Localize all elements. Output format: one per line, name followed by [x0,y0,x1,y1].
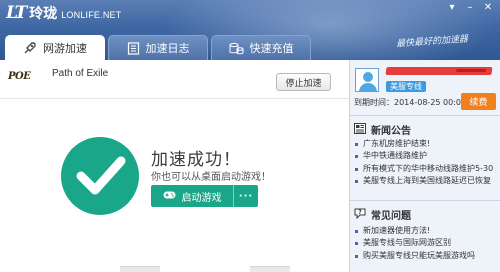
game-logo: POE [8,71,31,82]
expire-label: 到期时间： [354,98,394,107]
tab-label: 加速日志 [145,42,190,55]
success-subtitle: 你也可以从桌面启动游戏！ [151,172,271,183]
avatar-head [363,72,373,82]
minimize-icon[interactable]: – [464,1,476,15]
slogan: 最快最好的加速器 [395,34,469,50]
svg-text:?: ? [358,209,362,216]
news-item[interactable]: 广东机房维护结束! [350,138,498,150]
game-row: POE Path of Exile 停止加速 [0,60,349,99]
close-icon[interactable]: ✕ [482,1,494,15]
window-controls: ▾ – ✕ [446,1,494,15]
news-item[interactable]: 华中铁通线路维护 [350,150,498,162]
divider [350,115,500,116]
side-panel: 美服专线 到期时间：2014-08-25 00:00 续费 新闻公告 广东机房维… [349,60,500,272]
main-panel: POE Path of Exile 停止加速 加速成功！ 你也可以从桌面启动游戏… [0,60,349,272]
bottom-controls [0,266,349,272]
coins-icon [229,42,244,55]
rocket-icon [23,41,37,55]
plan-badge: 美服专线 [386,81,426,92]
tab-accel-log[interactable]: 加速日志 [108,35,208,60]
faq-list: 新加速器使用方法! 美服专线与国际网游区别 购买美服专线只能玩美服游戏吗 [350,225,498,262]
success-title: 加速成功！ [151,150,241,170]
news-list: 广东机房维护结束! 华中铁通线路维护 所有模式下的华中移动线路维护5-30 美服… [350,138,498,188]
faq-item[interactable]: 新加速器使用方法! [350,225,498,237]
tab-label: 快速充值 [249,42,294,55]
log-icon [127,41,140,55]
launch-game-button[interactable]: 启动游戏 ··· [151,185,258,207]
avatar[interactable] [355,68,379,92]
faq-icon: ? [354,207,366,222]
menu-icon[interactable]: ▾ [446,1,458,15]
news-item[interactable]: 美服专线上海到美国线路延迟已恢复 [350,175,498,187]
renew-button[interactable]: 续费 [461,93,496,110]
bottom-control-left[interactable] [120,266,160,272]
news-heading: 新闻公告 [354,122,411,137]
tab-bar: 网游加速 加速日志 快速充值 [5,35,311,60]
gamepad-icon [163,190,176,203]
app-name: 玲珑 [29,6,58,22]
tab-quick-recharge[interactable]: 快速充值 [211,35,311,60]
launch-game-label: 启动游戏 [181,192,222,204]
expire-info: 到期时间：2014-08-25 00:00 [354,97,466,108]
app-logo: LT 玲珑 LONLIFE.NET [6,3,121,23]
tab-label: 网游加速 [43,41,87,55]
username-redacted [385,67,493,75]
bottom-control-right[interactable] [250,266,290,272]
success-check-icon [60,136,140,216]
faq-heading: ? 常见问题 [354,207,411,222]
stop-accel-button[interactable]: 停止加速 [276,73,331,91]
news-item[interactable]: 所有模式下的华中移动线路维护5-30 [350,163,498,175]
launch-more-button[interactable]: ··· [234,191,258,202]
avatar-body [359,83,377,92]
tab-game-accel[interactable]: 网游加速 [5,35,105,60]
news-title: 新闻公告 [371,126,411,137]
news-icon [354,122,366,137]
divider [350,200,500,201]
faq-item[interactable]: 购买美服专线只能玩美服游戏吗 [350,250,498,262]
expire-value: 2014-08-25 00:00 [394,98,467,107]
faq-title: 常见问题 [371,211,411,222]
logo-mark: LT [6,3,27,23]
faq-item[interactable]: 美服专线与国际网游区别 [350,237,498,249]
app-domain: LONLIFE.NET [61,10,122,20]
game-name: Path of Exile [52,68,109,79]
launch-game-label-wrap[interactable]: 启动游戏 [151,189,233,204]
